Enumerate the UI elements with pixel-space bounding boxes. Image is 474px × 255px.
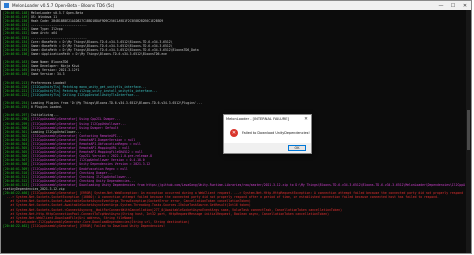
error-icon: ✕ (230, 129, 238, 137)
minimize-button[interactable]: — (435, 1, 447, 10)
dialog-footer: OK (224, 143, 311, 153)
ok-button[interactable]: OK (288, 145, 306, 151)
log-timestamp: [20:46:01.222] (3, 92, 30, 97)
title-bar[interactable]: MelonLoader v0.5.7 Open-Beta - Bloons TD… (1, 1, 471, 10)
error-dialog: MelonLoader - [INTERNAL FAILURE] ✕ ✕ Fai… (223, 114, 312, 154)
log-timestamp: [20:46:22.462] (3, 223, 30, 228)
log-timestamp: [20:46:01.156] (3, 51, 30, 56)
close-button[interactable]: ✕ (459, 1, 471, 10)
maximize-button[interactable]: ☐ (447, 1, 459, 10)
log-text: Game Version: 34.3 (29, 72, 65, 77)
log-text: [Il2CppAssemblyGenerator] [ERROR] Failed… (29, 223, 166, 228)
app-icon (4, 3, 9, 8)
log-text: [Il2CppUnityTls] Calling Il2CppInstallUn… (29, 92, 139, 97)
log-timestamp: [20:46:01.165] (3, 72, 30, 77)
console-line: [20:46:01.313] [Il2CppAssemblyGenerator]… (3, 183, 465, 187)
log-text: [Il2CppAssemblyGenerator] Downloading Un… (30, 182, 465, 187)
scrollbar[interactable] (466, 10, 471, 253)
dialog-body: ✕ Failed to Download UnityDependencies! (224, 123, 311, 143)
scrollbar-thumb[interactable] (467, 110, 470, 150)
dialog-message: Failed to Download UnityDependencies! (242, 131, 310, 135)
log-text: Game::ApplicationPath = D:\My Things\Blo… (29, 51, 167, 56)
log-timestamp: [20:46:01.255] (3, 105, 30, 110)
log-text: 0 Plugins Loaded. (29, 105, 63, 110)
dialog-title-bar: MelonLoader - [INTERNAL FAILURE] ✕ (224, 115, 311, 123)
dialog-title: MelonLoader - [INTERNAL FAILURE] (226, 117, 289, 121)
dialog-close-button[interactable]: ✕ (301, 115, 311, 123)
window-title: MelonLoader v0.5.7 Open-Beta - Bloons TD… (12, 3, 115, 8)
console-line (3, 228, 465, 232)
